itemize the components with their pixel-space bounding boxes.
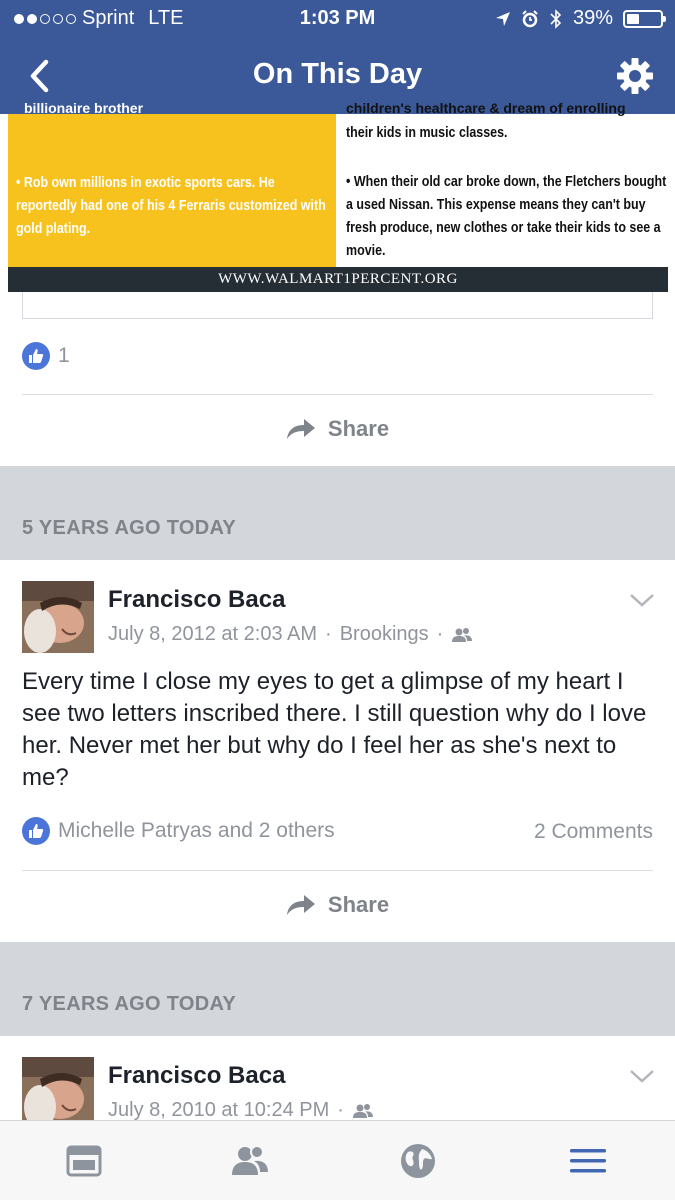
battery-icon bbox=[623, 9, 666, 28]
divider bbox=[22, 394, 653, 395]
infographic-right-text: • When their old car broke down, the Fle… bbox=[346, 174, 667, 259]
gear-icon[interactable] bbox=[615, 56, 655, 96]
battery-percent: 39% bbox=[572, 7, 613, 29]
infographic-right-panel: children's healthcare & dream of enrolli… bbox=[336, 100, 668, 267]
infographic-footer: WWW.WALMART1PERCENT.ORG bbox=[8, 267, 668, 292]
avatar[interactable] bbox=[22, 1057, 94, 1120]
meta-separator: · bbox=[325, 623, 332, 645]
post-date[interactable]: July 8, 2012 at 2:03 AM bbox=[108, 623, 317, 646]
memory-post: Francisco Baca July 8, 2010 at 10:24 PM … bbox=[0, 1036, 675, 1120]
post-date[interactable]: July 8, 2010 at 10:24 PM bbox=[108, 1099, 329, 1120]
shared-image-post: billionaire brother • Rob own millions i… bbox=[0, 100, 675, 466]
status-bar: Sprint LTE 1:03 PM 39% bbox=[0, 0, 675, 38]
meta-separator: · bbox=[337, 1099, 344, 1120]
share-label: Share bbox=[327, 416, 390, 441]
post-meta: July 8, 2012 at 2:03 AM · Brookings · bbox=[108, 623, 473, 646]
menu-icon[interactable] bbox=[568, 1141, 608, 1181]
author-name[interactable]: Francisco Baca bbox=[108, 1062, 285, 1090]
section-title: 5 YEARS AGO TODAY bbox=[22, 517, 237, 539]
comments-link[interactable]: 2 Comments bbox=[534, 820, 653, 844]
share-button[interactable]: Share bbox=[0, 892, 675, 918]
globe-icon[interactable] bbox=[398, 1141, 438, 1181]
alarm-icon bbox=[522, 9, 538, 27]
infographic-right-top-text: their kids in music classes. bbox=[346, 125, 508, 141]
friends-icon[interactable] bbox=[230, 1141, 270, 1181]
memory-post: Francisco Baca July 8, 2012 at 2:03 AM ·… bbox=[0, 560, 675, 942]
post-meta: July 8, 2010 at 10:24 PM · bbox=[108, 1099, 374, 1120]
like-badge-icon bbox=[22, 817, 50, 845]
page-title: On This Day bbox=[252, 58, 423, 90]
location-arrow-icon bbox=[495, 11, 510, 26]
likes-text: Michelle Patryas and 2 others bbox=[58, 819, 335, 842]
section-header-7-years: 7 YEARS AGO TODAY bbox=[0, 942, 675, 1036]
status-right: 39% bbox=[495, 7, 666, 30]
top-header: Sprint LTE 1:03 PM 39% On This Day bbox=[0, 0, 675, 114]
friends-icon bbox=[352, 1103, 373, 1118]
bottom-tab-bar bbox=[0, 1120, 675, 1200]
meta-separator: · bbox=[436, 623, 444, 645]
share-label: Share bbox=[327, 892, 390, 917]
infographic-cut-text-left: billionaire brother bbox=[24, 100, 144, 116]
share-arrow-icon bbox=[286, 895, 315, 915]
bluetooth-icon bbox=[550, 8, 562, 29]
infographic-left-text: • Rob own millions in exotic sports cars… bbox=[16, 175, 326, 237]
like-badge-icon bbox=[22, 342, 50, 370]
likes-summary[interactable]: 1 bbox=[22, 342, 653, 370]
infographic-image[interactable]: billionaire brother • Rob own millions i… bbox=[8, 100, 668, 292]
chevron-down-icon[interactable] bbox=[629, 1068, 655, 1084]
infographic-cut-text-right: children's healthcare & dream of enrolli… bbox=[346, 100, 626, 116]
section-title: 7 YEARS AGO TODAY bbox=[22, 993, 237, 1015]
like-count: 1 bbox=[58, 344, 70, 367]
post-text: Every time I close my eyes to get a glim… bbox=[22, 668, 647, 791]
infographic-left-panel: billionaire brother • Rob own millions i… bbox=[8, 100, 336, 267]
share-arrow-icon bbox=[286, 419, 315, 439]
post-location[interactable]: Brookings bbox=[340, 623, 429, 646]
divider bbox=[22, 870, 653, 871]
author-name[interactable]: Francisco Baca bbox=[108, 586, 285, 614]
news-feed-icon[interactable] bbox=[64, 1141, 104, 1181]
friends-icon bbox=[452, 627, 473, 642]
avatar[interactable] bbox=[22, 581, 94, 653]
section-header-5-years: 5 YEARS AGO TODAY bbox=[0, 466, 675, 560]
share-button[interactable]: Share bbox=[0, 416, 675, 442]
chevron-down-icon[interactable] bbox=[629, 592, 655, 608]
